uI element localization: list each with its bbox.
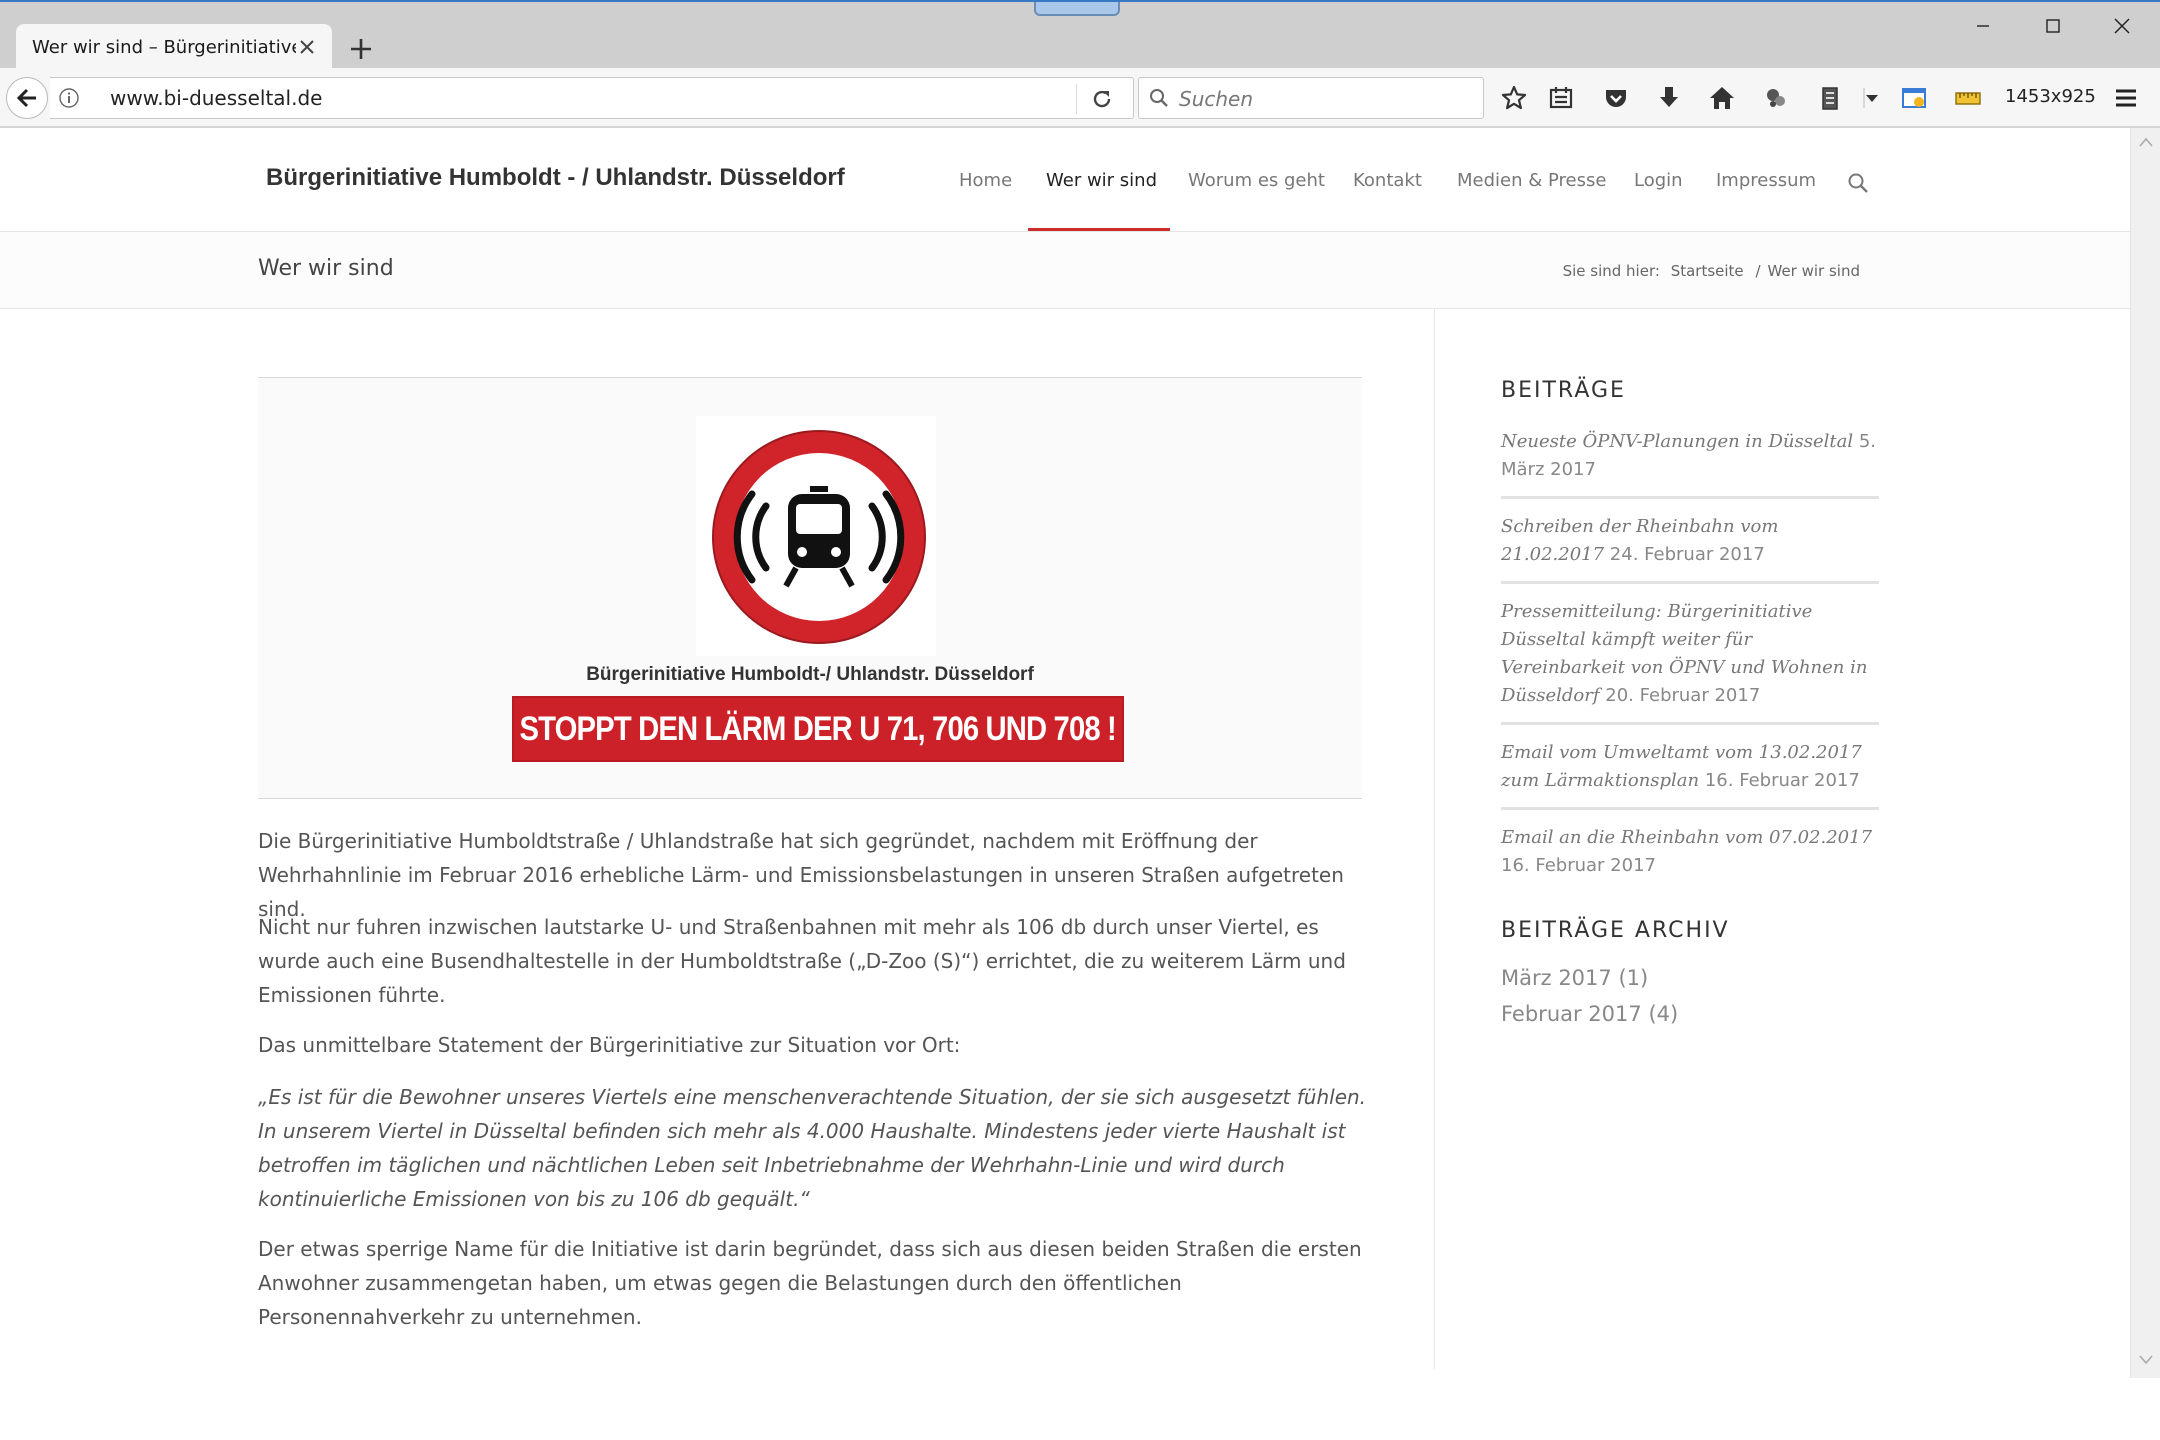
recent-posts-list: Neueste ÖPNV-Planungen in Düsseltal 5. M… [1501, 428, 1879, 906]
nav-login[interactable]: Login [1634, 170, 1683, 191]
close-icon[interactable] [296, 36, 318, 58]
nav-kontakt[interactable]: Kontakt [1353, 170, 1422, 191]
back-arrow-icon [16, 88, 36, 108]
archive-count: (1) [1618, 966, 1649, 990]
page-scrollbar[interactable] [2130, 128, 2160, 1378]
window-close-icon[interactable] [2102, 14, 2142, 38]
list-item: Schreiben der Rheinbahn vom 21.02.2017 2… [1501, 513, 1879, 584]
list-item: Email vom Umweltamt vom 13.02.2017 zum L… [1501, 739, 1879, 810]
posts-widget-title: BEITRÄGE [1501, 378, 1626, 403]
breadcrumb-home-link[interactable]: Startseite [1671, 262, 1744, 280]
search-icon[interactable] [1847, 172, 1869, 194]
post-date: 16. Februar 2017 [1501, 855, 1656, 876]
search-bar[interactable] [1138, 77, 1484, 119]
list-item: März 2017 (1) [1501, 960, 1678, 996]
scroll-down-icon[interactable] [2138, 1354, 2154, 1366]
paragraph-noise: Nicht nur fuhren inzwischen lautstarke U… [258, 915, 1346, 1007]
paragraph-statement-intro: Das unmittelbare Statement der Bürgerini… [258, 1033, 961, 1057]
tab-title: Wer wir sind – Bürgerinitiative... [32, 36, 296, 58]
window-resizer-icon[interactable] [1900, 84, 1928, 112]
main-navigation: Home Wer wir sind Worum es geht Kontakt … [0, 128, 2130, 232]
list-item: Neueste ÖPNV-Planungen in Düsseltal 5. M… [1501, 428, 1879, 499]
post-link[interactable]: Email an die Rheinbahn vom 07.02.2017 [1501, 827, 1872, 848]
nav-home[interactable]: Home [959, 170, 1012, 191]
web-page: Bürgerinitiative Humboldt - / Uhlandstr.… [0, 128, 2130, 1369]
banner-slogan: STOPPT DEN LÄRM DER U 71, 706 UND 708 ! [519, 709, 1117, 748]
content-sidebar-divider [1434, 309, 1435, 1369]
browser-navbar: www.bi-duesseltal.de Suchen 1453x925 [0, 68, 2160, 128]
nav-worum-es-geht[interactable]: Worum es geht [1188, 170, 1325, 191]
extension-icon[interactable] [1762, 84, 1790, 112]
archive-link[interactable]: Februar 2017 [1501, 1002, 1642, 1026]
banner-slogan-box: STOPPT DEN LÄRM DER U 71, 706 UND 708 ! [512, 696, 1124, 762]
info-icon[interactable] [58, 87, 80, 109]
download-icon[interactable] [1655, 84, 1683, 112]
minimize-icon[interactable] [1963, 14, 2003, 38]
list-item: Email an die Rheinbahn vom 07.02.2017 16… [1501, 824, 1879, 892]
page-title: Wer wir sind [258, 256, 394, 281]
new-tab-plus-icon[interactable] [348, 36, 374, 62]
post-date: 16. Februar 2017 [1704, 770, 1860, 791]
ruler-icon[interactable] [1954, 84, 1982, 112]
browser-tab[interactable]: Wer wir sind – Bürgerinitiative... [16, 24, 332, 70]
post-date: 20. Februar 2017 [1605, 685, 1761, 706]
window-grip[interactable] [1034, 2, 1120, 16]
back-button[interactable] [6, 77, 48, 119]
clipboard-icon[interactable] [1816, 84, 1844, 112]
post-link[interactable]: Neueste ÖPNV-Planungen in Düsseltal [1501, 431, 1853, 452]
resolution-label: 1453x925 [2005, 86, 2096, 107]
maximize-icon[interactable] [2033, 14, 2073, 38]
paragraph-name: Der etwas sperrige Name für die Initiati… [258, 1237, 1362, 1329]
nav-wer-wir-sind[interactable]: Wer wir sind [1046, 170, 1157, 191]
url-bar[interactable]: www.bi-duesseltal.de [50, 77, 1134, 119]
banner-image: Bürgerinitiative Humboldt-/ Uhlandstr. D… [258, 377, 1362, 799]
banner-caption: Bürgerinitiative Humboldt-/ Uhlandstr. D… [586, 664, 1034, 685]
site-header: Bürgerinitiative Humboldt - / Uhlandstr.… [0, 128, 2130, 232]
url-text[interactable]: www.bi-duesseltal.de [110, 86, 322, 110]
archive-widget-title: BEITRÄGE ARCHIV [1501, 918, 1730, 943]
paragraph-quote: „Es ist für die Bewohner unseres Viertel… [258, 1085, 1367, 1211]
pocket-icon[interactable] [1602, 84, 1630, 112]
breadcrumb: Sie sind hier: Startseite / Wer wir sind [1563, 262, 1860, 280]
archive-count: (4) [1648, 1002, 1679, 1026]
archive-link[interactable]: März 2017 [1501, 966, 1612, 990]
nav-medien-presse[interactable]: Medien & Presse [1457, 170, 1606, 191]
browser-titlebar: Wer wir sind – Bürgerinitiative... [0, 0, 2160, 70]
list-item: Pressemitteilung: Bürgerinitiative Düsse… [1501, 598, 1879, 725]
separator [1076, 84, 1077, 114]
reading-list-icon[interactable] [1547, 84, 1575, 112]
nav-impressum[interactable]: Impressum [1716, 170, 1816, 191]
scroll-up-icon[interactable] [2138, 136, 2154, 148]
search-icon [1150, 89, 1168, 107]
archive-list: März 2017 (1) Februar 2017 (4) [1501, 960, 1678, 1032]
reload-icon[interactable] [1090, 87, 1114, 111]
hamburger-menu-icon[interactable] [2112, 84, 2140, 112]
no-noise-train-sign-icon [712, 430, 926, 644]
breadcrumb-current: Wer wir sind [1767, 262, 1861, 280]
dropdown-arrow-icon[interactable] [1858, 84, 1886, 112]
bookmark-star-icon[interactable] [1500, 84, 1528, 112]
post-date: 24. Februar 2017 [1609, 544, 1765, 565]
breadcrumb-separator: / [1755, 262, 1761, 280]
active-nav-underline [1028, 228, 1170, 231]
home-icon[interactable] [1708, 84, 1736, 112]
breadcrumb-prefix: Sie sind hier: [1562, 262, 1660, 280]
list-item: Februar 2017 (4) [1501, 996, 1678, 1032]
page-title-bar: Wer wir sind Sie sind hier: Startseite /… [0, 232, 2130, 309]
search-input[interactable] [1177, 84, 1471, 114]
